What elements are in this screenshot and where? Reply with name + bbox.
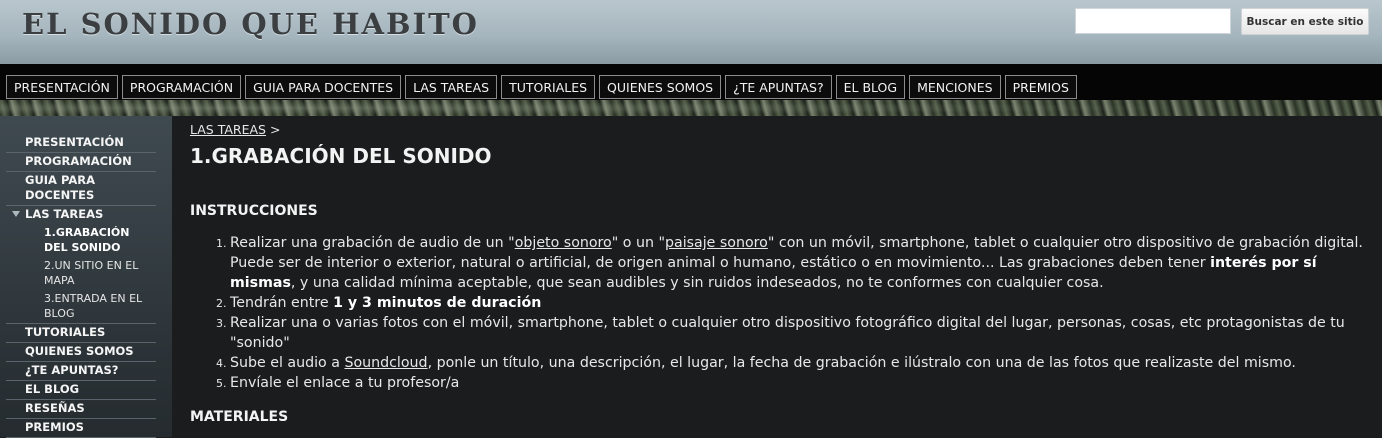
search-input[interactable] [1075, 8, 1231, 34]
list-item-text: Envíale el enlace a tu profesor/a [230, 375, 460, 391]
list-item-text: " o un " [611, 235, 665, 251]
sidebar-subitem-entrada-en-el-blog[interactable]: 3.ENTRADA EN EL BLOG [6, 290, 156, 323]
sidebar-item-label: LAS TAREAS [25, 207, 104, 221]
paisaje-sonoro-link[interactable]: paisaje sonoro [665, 235, 768, 251]
instructions-list: Realizar una grabación de audio de un "o… [190, 233, 1370, 393]
search-button[interactable]: Buscar en este sitio [1241, 8, 1369, 35]
list-item-text: Realizar una o varias fotos con el móvil… [230, 315, 1345, 351]
list-item-text: , y una calidad mínima aceptable, que se… [290, 275, 1104, 291]
list-item: Realizar una grabación de audio de un "o… [230, 233, 1370, 293]
breadcrumb-link-las-tareas[interactable]: LAS TAREAS [190, 122, 266, 137]
list-item-text: Realizar una grabación de audio de un " [230, 235, 515, 251]
sidebar-subitem-un-sitio-en-el-mapa[interactable]: 2.UN SITIO EN EL MAPA [6, 257, 156, 290]
sidebar-subitem-grabacion-del-sonido[interactable]: 1.GRABACIÓN DEL SONIDO [6, 224, 156, 257]
list-item: Envíale el enlace a tu profesor/a [230, 373, 1370, 393]
sidebar-item-te-apuntas[interactable]: ¿TE APUNTAS? [6, 362, 156, 381]
sidebar-item-las-tareas[interactable]: LAS TAREAS [6, 206, 156, 224]
sidebar-nav: PRESENTACIÓN PROGRAMACIÓN GUIA PARA DOCE… [6, 134, 156, 438]
sidebar-item-resenas[interactable]: RESEÑAS [6, 400, 156, 419]
sidebar-item-premios[interactable]: PREMIOS [6, 419, 156, 438]
expand-triangle-icon[interactable] [12, 211, 20, 217]
materials-heading: MATERIALES [190, 409, 289, 425]
sidebar-item-tutoriales[interactable]: TUTORIALES [6, 323, 156, 343]
site-header: EL SONIDO QUE HABITO Buscar en este siti… [0, 0, 1382, 64]
tab-guia-para-docentes[interactable]: GUIA PARA DOCENTES [245, 75, 402, 99]
tab-premios[interactable]: PREMIOS [1004, 75, 1077, 99]
tab-el-blog[interactable]: EL BLOG [835, 75, 906, 99]
instructions-heading: INSTRUCCIONES [190, 203, 318, 219]
list-item-text: Sube el audio a [230, 355, 345, 371]
soundcloud-link[interactable]: Soundcloud [344, 355, 427, 371]
breadcrumb-separator: > [269, 122, 281, 137]
page-title: 1.GRABACIÓN DEL SONIDO [190, 144, 492, 168]
sidebar-item-guia-para-docentes[interactable]: GUIA PARA DOCENTES [6, 172, 156, 206]
tab-te-apuntas[interactable]: ¿TE APUNTAS? [725, 75, 832, 99]
site-title[interactable]: EL SONIDO QUE HABITO [22, 7, 479, 41]
tab-programacion[interactable]: PROGRAMACIÓN [121, 75, 242, 99]
sidebar-item-programacion[interactable]: PROGRAMACIÓN [6, 153, 156, 172]
list-item: Tendrán entre 1 y 3 minutos de duración [230, 293, 1370, 313]
sidebar-item-quienes-somos[interactable]: QUIENES SOMOS [6, 343, 156, 362]
sidebar: PRESENTACIÓN PROGRAMACIÓN GUIA PARA DOCE… [0, 116, 172, 438]
tab-presentacion[interactable]: PRESENTACIÓN [6, 75, 118, 99]
tab-las-tareas[interactable]: LAS TAREAS [405, 75, 498, 99]
tab-tutoriales[interactable]: TUTORIALES [501, 75, 596, 99]
list-item: Sube el audio a Soundcloud, ponle un tít… [230, 353, 1370, 373]
sidebar-item-presentacion[interactable]: PRESENTACIÓN [6, 134, 156, 153]
tab-menciones[interactable]: MENCIONES [909, 75, 1001, 99]
breadcrumb: LAS TAREAS > [190, 122, 280, 137]
sidebar-item-el-blog[interactable]: EL BLOG [6, 381, 156, 400]
nav-tabs: PRESENTACIÓN PROGRAMACIÓN GUIA PARA DOCE… [6, 75, 1077, 99]
list-item: Realizar una o varias fotos con el móvil… [230, 313, 1370, 353]
list-item-text: , ponle un título, una descripción, el l… [427, 355, 1296, 371]
list-item-emphasis: 1 y 3 minutos de duración [333, 295, 542, 311]
tab-quienes-somos[interactable]: QUIENES SOMOS [599, 75, 722, 99]
objeto-sonoro-link[interactable]: objeto sonoro [515, 235, 612, 251]
list-item-text: Tendrán entre [230, 295, 334, 311]
header-banner-image [0, 100, 1382, 116]
